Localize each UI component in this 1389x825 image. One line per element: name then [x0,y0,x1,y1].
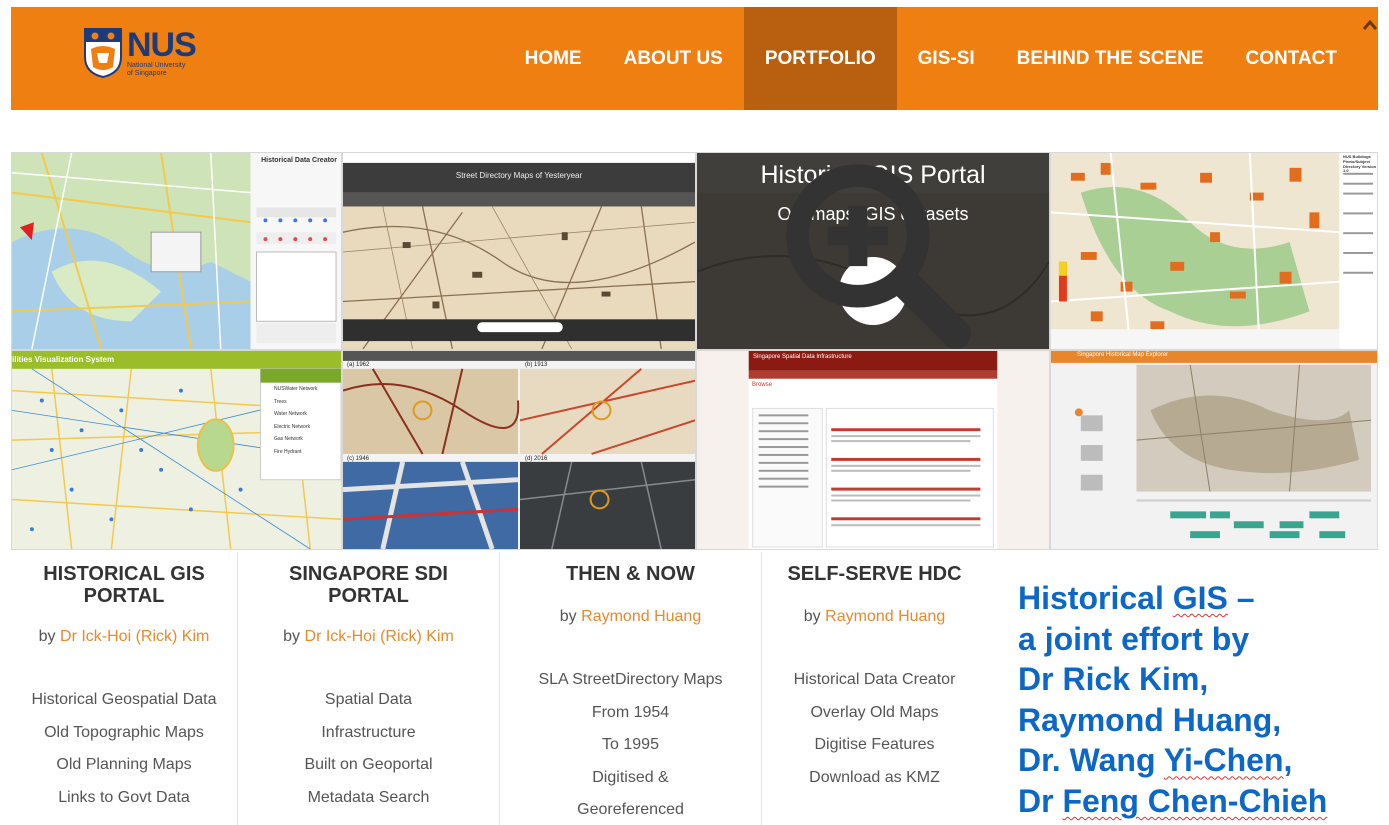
layer-item[interactable]: Electric Network [274,421,317,434]
column-title: SELF-SERVE HDC [787,563,962,585]
feature-list: Spatial Data Infrastructure Built on Geo… [238,684,499,814]
banner-title: Street Directory Maps of Yesteryear [455,171,583,180]
column-singapore-sdi-portal: SINGAPORE SDI PORTAL by Dr Ick-Hoi (Rick… [238,552,500,825]
logo-wordmark: NUS [127,25,197,64]
comparison-maps-thumbnail [343,351,695,549]
nav-about-us[interactable]: ABOUT US [603,7,744,110]
scroll-up-chevron-icon[interactable] [1361,17,1379,35]
column-byline: by Dr Ick-Hoi (Rick) Kim [38,628,210,645]
nav-gis-si[interactable]: GIS-SI [897,7,996,110]
side-panel-title: NUS Buildings Photo/Subject Directory Ve… [1343,154,1377,174]
panel-title: Historical Data Creator [261,157,337,164]
layer-item[interactable]: NUSWater Network [274,383,317,396]
explorer-title: Singapore Historical Map Explorer [1077,352,1169,358]
street-map-thumbnail [343,153,695,349]
site-header: NUS National University of Singapore HOM… [11,7,1378,110]
credits-line: a joint effort by [1018,620,1250,657]
campus-map-thumbnail [1051,153,1377,349]
list-item: From 1954 [591,703,670,721]
sdi-title: Singapore Spatial Data Infrastructure [753,354,852,360]
credits-line: Dr Feng Chen-Chieh [1018,782,1328,819]
portfolio-tile-street-directory[interactable]: Street Directory Maps of Yesteryear [342,152,696,350]
label-d: (d) 2016 [525,456,548,462]
layer-list: NUSWater Network Trees Water Network Ele… [274,383,317,458]
credits-line: Dr. Wang Yi-Chen, [1018,742,1293,779]
list-item: Spatial Data [324,691,413,708]
list-item: Infrastructure [321,723,416,741]
portfolio-tile-map-explorer[interactable]: Singapore Historical Map Explorer [1050,350,1378,550]
author-link[interactable]: Dr Ick-Hoi (Rick) Kim [305,628,454,645]
list-item: Download as KMZ [809,768,940,786]
list-item: Historical Geospatial Data [31,691,217,708]
nav-behind-the-scene[interactable]: BEHIND THE SCENE [996,7,1225,110]
layer-item[interactable]: Gas Network [274,433,317,446]
column-byline: by Dr Ick-Hoi (Rick) Kim [283,628,454,645]
list-item: To 1995 [602,736,659,754]
label-a: (a) 1962 [347,362,370,368]
column-historical-gis-portal: HISTORICAL GIS PORTAL by Dr Ick-Hoi (Ric… [11,552,238,825]
credits-line: Raymond Huang, [1018,701,1282,738]
logo-subtitle-1: National University [127,61,186,69]
column-byline: by Raymond Huang [803,608,946,625]
nav-portfolio[interactable]: PORTFOLIO [743,7,897,110]
nus-logo[interactable]: NUS National University of Singapore [83,25,197,79]
list-item: Old Topographic Maps [44,723,204,741]
list-item: Georeferenced [577,801,684,819]
project-columns: HISTORICAL GIS PORTAL by Dr Ick-Hoi (Ric… [11,552,1011,825]
list-item: Old Planning Maps [56,756,192,774]
list-item: Built on Geoportal [304,756,433,774]
portfolio-tile-singapore-sdi[interactable]: Singapore Spatial Data Infrastructure Br… [696,350,1050,550]
list-item: Metadata Search [307,788,430,806]
list-item: SLA StreetDirectory Maps [538,671,723,688]
zoom-button[interactable] [786,164,971,349]
portfolio-hover-overlay: Historical GIS Portal Old maps, GIS data… [697,153,1049,349]
feature-list: Historical Data Creator Overlay Old Maps… [762,664,987,794]
label-c: (c) 1946 [347,456,370,462]
main-nav: HOME ABOUT US PORTFOLIO GIS-SI BEHIND TH… [504,7,1358,110]
list-item: Digitise Features [814,736,935,754]
nus-crest-icon [84,28,122,79]
layer-item[interactable]: Water Network [274,408,317,421]
portfolio-tile-utilities-visualization[interactable]: ilities Visualization System NUSWater Ne… [11,350,342,550]
column-title: HISTORICAL GIS PORTAL [43,563,205,607]
portfolio-tile-historical-data-creator[interactable]: Historical Data Creator [11,152,342,350]
feature-list: Historical Geospatial Data Old Topograph… [11,684,237,814]
layer-item[interactable]: Fire Hydrant [274,446,317,459]
list-item: Digitised & [592,768,669,786]
author-link[interactable]: Raymond Huang [581,608,701,625]
portfolio-tile-historical-gis-portal[interactable]: Historical GIS Portal Old maps, GIS data… [696,152,1050,350]
portfolio-tile-then-and-now[interactable]: (a) 1962 (b) 1913 (c) 1946 (d) 2016 [342,350,696,550]
list-item: Overlay Old Maps [810,703,939,721]
logo-subtitle-2: of Singapore [127,70,167,77]
column-then-and-now: THEN & NOW by Raymond Huang SLA StreetDi… [500,552,762,825]
layer-item[interactable]: Trees [274,396,317,409]
nav-contact[interactable]: CONTACT [1225,7,1358,110]
list-item: Links to Govt Data [58,788,190,806]
label-b: (b) 1913 [525,362,548,368]
credits-line: Historical GIS – [1018,580,1255,616]
portfolio-grid: Historical Data Creator Street Directory… [11,152,1378,550]
map-explorer-thumbnail [1051,351,1377,549]
utilities-title: ilities Visualization System [12,355,115,364]
credits-annotation: Historical GIS – a joint effort by Dr Ri… [1018,578,1378,822]
column-title: THEN & NOW [566,563,695,585]
column-self-serve-hdc: SELF-SERVE HDC by Raymond Huang Historic… [762,552,987,825]
nav-home[interactable]: HOME [504,7,603,110]
column-byline: by Raymond Huang [559,608,702,625]
zoom-in-icon [786,164,971,349]
list-item: Historical Data Creator [793,671,956,688]
sdi-page-thumbnail [697,351,1049,549]
credits-line: Dr Rick Kim, [1018,661,1209,698]
map-thumbnail [12,153,341,349]
portfolio-tile-nus-buildings[interactable]: NUS Buildings Photo/Subject Directory Ve… [1050,152,1378,350]
author-link[interactable]: Raymond Huang [825,608,945,625]
author-link[interactable]: Dr Ick-Hoi (Rick) Kim [60,628,209,645]
sdi-subtitle: Browse [752,382,773,388]
column-title: SINGAPORE SDI PORTAL [289,563,448,607]
feature-list: SLA StreetDirectory Maps From 1954 To 19… [500,664,761,825]
